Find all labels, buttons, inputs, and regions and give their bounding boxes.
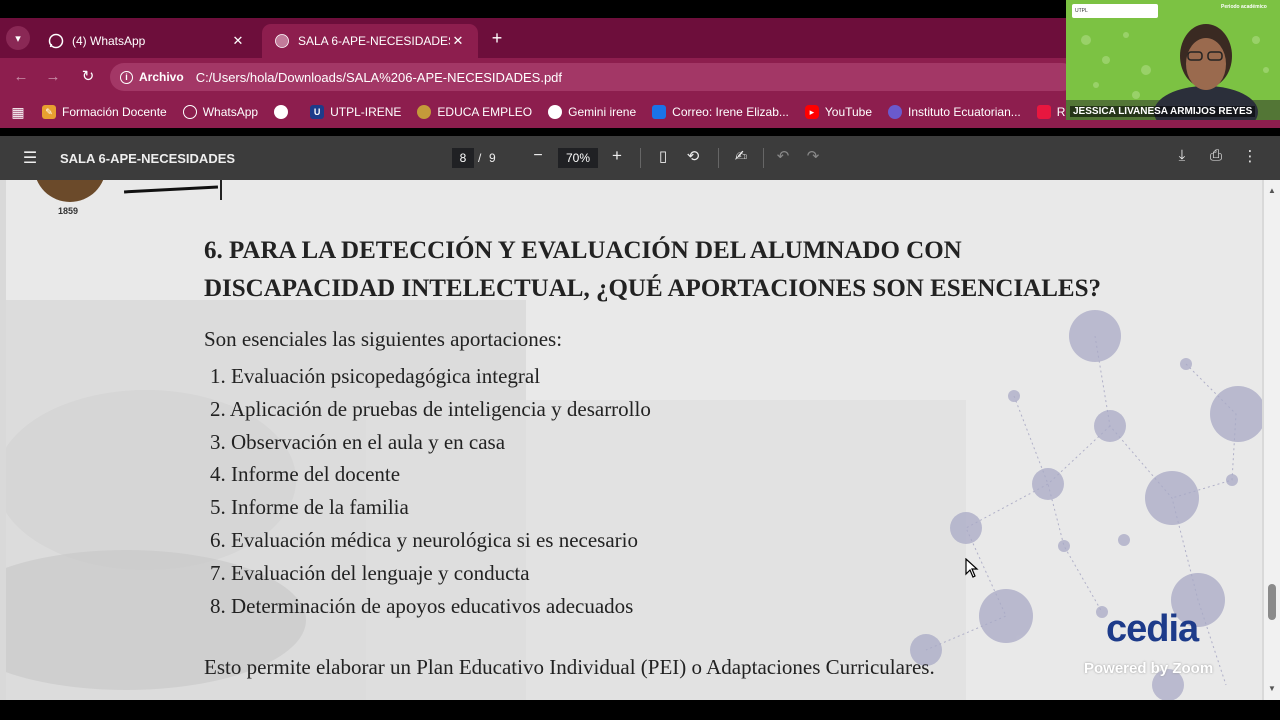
bookmark-whatsapp[interactable]: WhatsApp xyxy=(182,105,259,119)
site-info-chip[interactable]: i Archivo xyxy=(120,70,184,84)
close-icon[interactable]: ✕ xyxy=(450,33,466,49)
chevron-down-icon: ▾ xyxy=(15,32,21,45)
bookmark-label: UTPL-IRENE xyxy=(330,105,402,119)
url-text: C:/Users/hola/Downloads/SALA%206-APE-NEC… xyxy=(195,69,563,85)
seal-year: 1859 xyxy=(58,206,79,216)
list-item: 1. Evaluación psicopedagógica integral xyxy=(210,364,541,388)
heading-line: DISCAPACIDAD INTELECTUAL, ¿QUÉ APORTACIO… xyxy=(204,275,1101,302)
heading-line: 6. PARA LA DETECCIÓN Y EVALUACIÓN DEL AL… xyxy=(204,237,962,264)
bookmark-utpl-irene[interactable]: U UTPL-IRENE xyxy=(310,105,401,119)
fit-page-icon[interactable]: ▯ xyxy=(653,147,673,165)
list-item: 8. Determinación de apoyos educativos ad… xyxy=(210,593,634,618)
presenter-video xyxy=(1066,0,1280,120)
toolbar-divider xyxy=(640,148,641,168)
reload-button[interactable]: ↻ xyxy=(77,66,99,88)
globe-icon xyxy=(274,105,289,119)
bookmark-label: Instituto Ecuatorian... xyxy=(908,105,1021,119)
download-icon[interactable]: ⤓ xyxy=(1172,147,1192,164)
bookmark-label: Correo: Irene Elizab... xyxy=(672,105,789,119)
toolbar-divider xyxy=(763,148,764,168)
bookmark-educa-empleo[interactable]: EDUCA EMPLEO xyxy=(417,105,532,119)
globe-icon xyxy=(274,33,290,49)
more-options-icon[interactable]: ⋮ xyxy=(1240,147,1260,165)
close-icon[interactable]: ✕ xyxy=(230,33,246,49)
tab-search-button[interactable]: ▾ xyxy=(6,26,30,50)
outlook-icon xyxy=(652,105,667,119)
zoom-out-button[interactable]: − xyxy=(530,147,546,165)
cedia-logo: cedia xyxy=(1106,608,1199,650)
mouse-cursor-icon xyxy=(965,558,979,578)
youtube-icon: ▸ xyxy=(804,105,819,119)
page-total: 9 xyxy=(489,151,496,165)
whatsapp-icon xyxy=(48,33,64,49)
intro-text: Son esenciales las siguientes aportacion… xyxy=(204,327,563,351)
conclusion-text: Esto permite elaborar un Plan Educativo … xyxy=(204,655,935,679)
redo-icon[interactable]: ↷ xyxy=(803,147,823,165)
tab-whatsapp[interactable]: (4) WhatsApp ✕ xyxy=(36,24,258,58)
bookmark-correo[interactable]: Correo: Irene Elizab... xyxy=(652,105,789,119)
vertical-scrollbar[interactable]: ▲ ▼ xyxy=(1264,180,1280,700)
globe-icon xyxy=(548,105,563,119)
pencil-icon: ✎ xyxy=(42,105,56,119)
whatsapp-icon xyxy=(182,105,197,119)
video-thumbnail[interactable]: UTPL Periodo académico JESSICA LIVANESA … xyxy=(1066,0,1280,120)
section-heading: 6. PARA LA DETECCIÓN Y EVALUACIÓN DEL AL… xyxy=(204,232,1164,308)
zoom-in-button[interactable]: + xyxy=(608,146,626,166)
crest-icon xyxy=(417,105,432,119)
bookmark-label: YouTube xyxy=(824,105,873,119)
crest-icon xyxy=(888,105,903,119)
video-logo-strip: UTPL xyxy=(1072,4,1158,18)
bookmark-youtube[interactable]: ▸ YouTube xyxy=(804,105,873,119)
document-title: SALA 6-APE-NECESIDADES xyxy=(60,151,236,166)
site-info-label: Archivo xyxy=(139,70,184,84)
bookmark-icon xyxy=(1036,105,1051,119)
bookmark-label: EDUCA EMPLEO xyxy=(437,105,533,119)
print-icon[interactable]: ⎙ xyxy=(1206,147,1226,164)
scroll-up-arrow-icon[interactable]: ▲ xyxy=(1268,186,1276,195)
zoom-level-input[interactable]: 70% xyxy=(558,148,598,168)
powered-by-zoom: Powered by Zoom xyxy=(1084,660,1214,677)
bookmark-label: Formación Docente xyxy=(62,105,167,119)
menu-icon[interactable]: ☰ xyxy=(20,148,40,168)
tab-title: (4) WhatsApp xyxy=(72,34,146,48)
pdf-viewer: 1859 6. PARA LA DETECCIÓN Y EVALUACIÓN D… xyxy=(0,180,1280,700)
page-separator: / xyxy=(478,151,482,165)
video-period-text: Periodo académico xyxy=(1221,4,1267,10)
logo-divider xyxy=(220,180,222,200)
apps-grid-icon[interactable]: ▦ xyxy=(0,104,36,121)
bookmark-label: WhatsApp xyxy=(202,105,259,119)
list-item: 2. Aplicación de pruebas de inteligencia… xyxy=(210,396,651,421)
utpl-icon: U xyxy=(310,105,325,119)
bookmark-instituto-ecuatoriano[interactable]: Instituto Ecuatorian... xyxy=(888,105,1021,119)
list-item: 4. Informe del docente xyxy=(210,462,401,487)
toolbar-divider xyxy=(718,148,719,168)
rotate-icon[interactable]: ⟲ xyxy=(683,147,703,165)
pdf-toolbar: ☰ SALA 6-APE-NECESIDADES 8 / 9 − 70% + ▯… xyxy=(0,136,1280,180)
page-number-input[interactable]: 8 xyxy=(452,148,474,168)
tab-pdf[interactable]: SALA 6-APE-NECESIDADES ✕ xyxy=(262,24,478,58)
tab-title: SALA 6-APE-NECESIDADES xyxy=(298,34,450,48)
bookmark-label: Gemini irene xyxy=(568,105,637,119)
list-item: 3. Observación en el aula y en casa xyxy=(210,429,506,454)
list-item: 5. Informe de la familia xyxy=(210,495,409,520)
list-item: 6. Evaluación médica y neurológica si es… xyxy=(210,527,638,552)
list-item: 7. Evaluación del lenguaje y conducta xyxy=(210,560,530,585)
annotate-icon[interactable]: ✍ xyxy=(731,147,751,165)
presenter-name: JESSICA LIVANESA ARMIJOS REYES xyxy=(1070,106,1256,117)
scroll-thumb[interactable] xyxy=(1268,584,1276,620)
bookmark-gemini-irene[interactable]: Gemini irene xyxy=(548,105,636,119)
bookmark-globe[interactable] xyxy=(274,105,294,119)
info-icon: i xyxy=(120,70,133,84)
address-bar[interactable]: i Archivo C:/Users/hola/Downloads/SALA%2… xyxy=(110,63,1076,91)
undo-icon[interactable]: ↶ xyxy=(773,147,793,165)
pdf-page: 1859 6. PARA LA DETECCIÓN Y EVALUACIÓN D… xyxy=(6,180,1262,700)
contributions-list: 1. Evaluación psicopedagógica integral 2… xyxy=(210,360,651,622)
forward-button[interactable]: → xyxy=(42,66,64,88)
bookmark-formacion-docente[interactable]: ✎ Formación Docente xyxy=(42,105,167,119)
scroll-down-arrow-icon[interactable]: ▼ xyxy=(1268,684,1276,693)
new-tab-button[interactable]: + xyxy=(486,28,508,50)
back-button[interactable]: ← xyxy=(10,66,32,88)
